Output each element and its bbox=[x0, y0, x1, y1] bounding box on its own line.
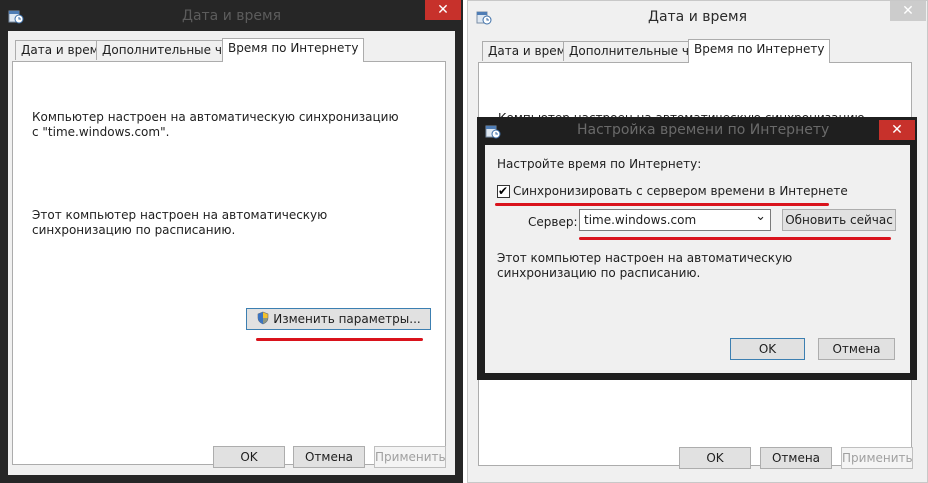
ok-button[interactable]: OK bbox=[213, 446, 285, 468]
tab-internet-time[interactable]: Время по Интернету bbox=[222, 38, 365, 62]
left-window: Дата и время ✕ Дата и время Дополнительн… bbox=[0, 0, 463, 483]
chevron-down-icon[interactable]: ⌄ bbox=[755, 207, 766, 227]
server-combobox[interactable]: time.windows.com ⌄ bbox=[579, 209, 771, 231]
close-button[interactable]: ✕ bbox=[425, 0, 461, 20]
window-title: Дата и время bbox=[648, 9, 747, 25]
sync-status-text: Компьютер настроен на автоматическую син… bbox=[32, 110, 399, 139]
server-value: time.windows.com bbox=[584, 213, 697, 227]
window-title: Дата и время bbox=[182, 8, 281, 24]
apply-button[interactable]: Применить bbox=[374, 446, 446, 468]
highlight-underline bbox=[579, 237, 891, 240]
internet-time-panel: Компьютер настроен на автоматическую син… bbox=[12, 61, 446, 465]
close-button[interactable]: ✕ bbox=[879, 120, 915, 140]
server-label: Сервер: bbox=[528, 215, 578, 229]
ok-button[interactable]: OK bbox=[730, 338, 805, 360]
ok-button[interactable]: OK bbox=[679, 447, 751, 469]
uac-shield-icon bbox=[257, 311, 269, 325]
highlight-underline bbox=[495, 203, 829, 206]
highlight-underline bbox=[256, 338, 423, 341]
sync-checkbox-label[interactable]: Синхронизировать с сервером времени в Ин… bbox=[513, 184, 848, 199]
close-icon: ✕ bbox=[902, 3, 914, 19]
dialog-title: Настройка времени по Интернету bbox=[577, 122, 830, 138]
cancel-button[interactable]: Отмена bbox=[293, 446, 365, 468]
schedule-text: Этот компьютер настроен на автоматическу… bbox=[497, 251, 793, 280]
internet-time-settings-dialog: Настройка времени по Интернету ✕ Настрой… bbox=[477, 117, 917, 380]
cancel-button[interactable]: Отмена bbox=[760, 447, 832, 469]
schedule-text: Этот компьютер настроен на автоматическу… bbox=[32, 208, 328, 237]
close-button[interactable]: ✕ bbox=[890, 1, 926, 21]
update-now-button[interactable]: Обновить сейчас bbox=[782, 209, 896, 231]
close-icon: ✕ bbox=[437, 2, 449, 18]
apply-button[interactable]: Применить bbox=[841, 447, 913, 469]
sync-checkbox[interactable]: ✔ bbox=[497, 184, 510, 198]
prompt-text: Настройте время по Интернету: bbox=[497, 157, 702, 171]
checkmark-icon: ✔ bbox=[498, 184, 509, 198]
dialog-client: Настройте время по Интернету: ✔ Синхрони… bbox=[485, 145, 910, 373]
cancel-button[interactable]: Отмена bbox=[818, 338, 895, 360]
tab-internet-time[interactable]: Время по Интернету bbox=[688, 39, 831, 63]
close-icon: ✕ bbox=[891, 122, 903, 138]
change-settings-button[interactable]: Изменить параметры... bbox=[246, 308, 431, 330]
window-client: Дата и время Дополнительные часы Время п… bbox=[8, 31, 455, 475]
change-settings-label: Изменить параметры... bbox=[273, 312, 421, 326]
